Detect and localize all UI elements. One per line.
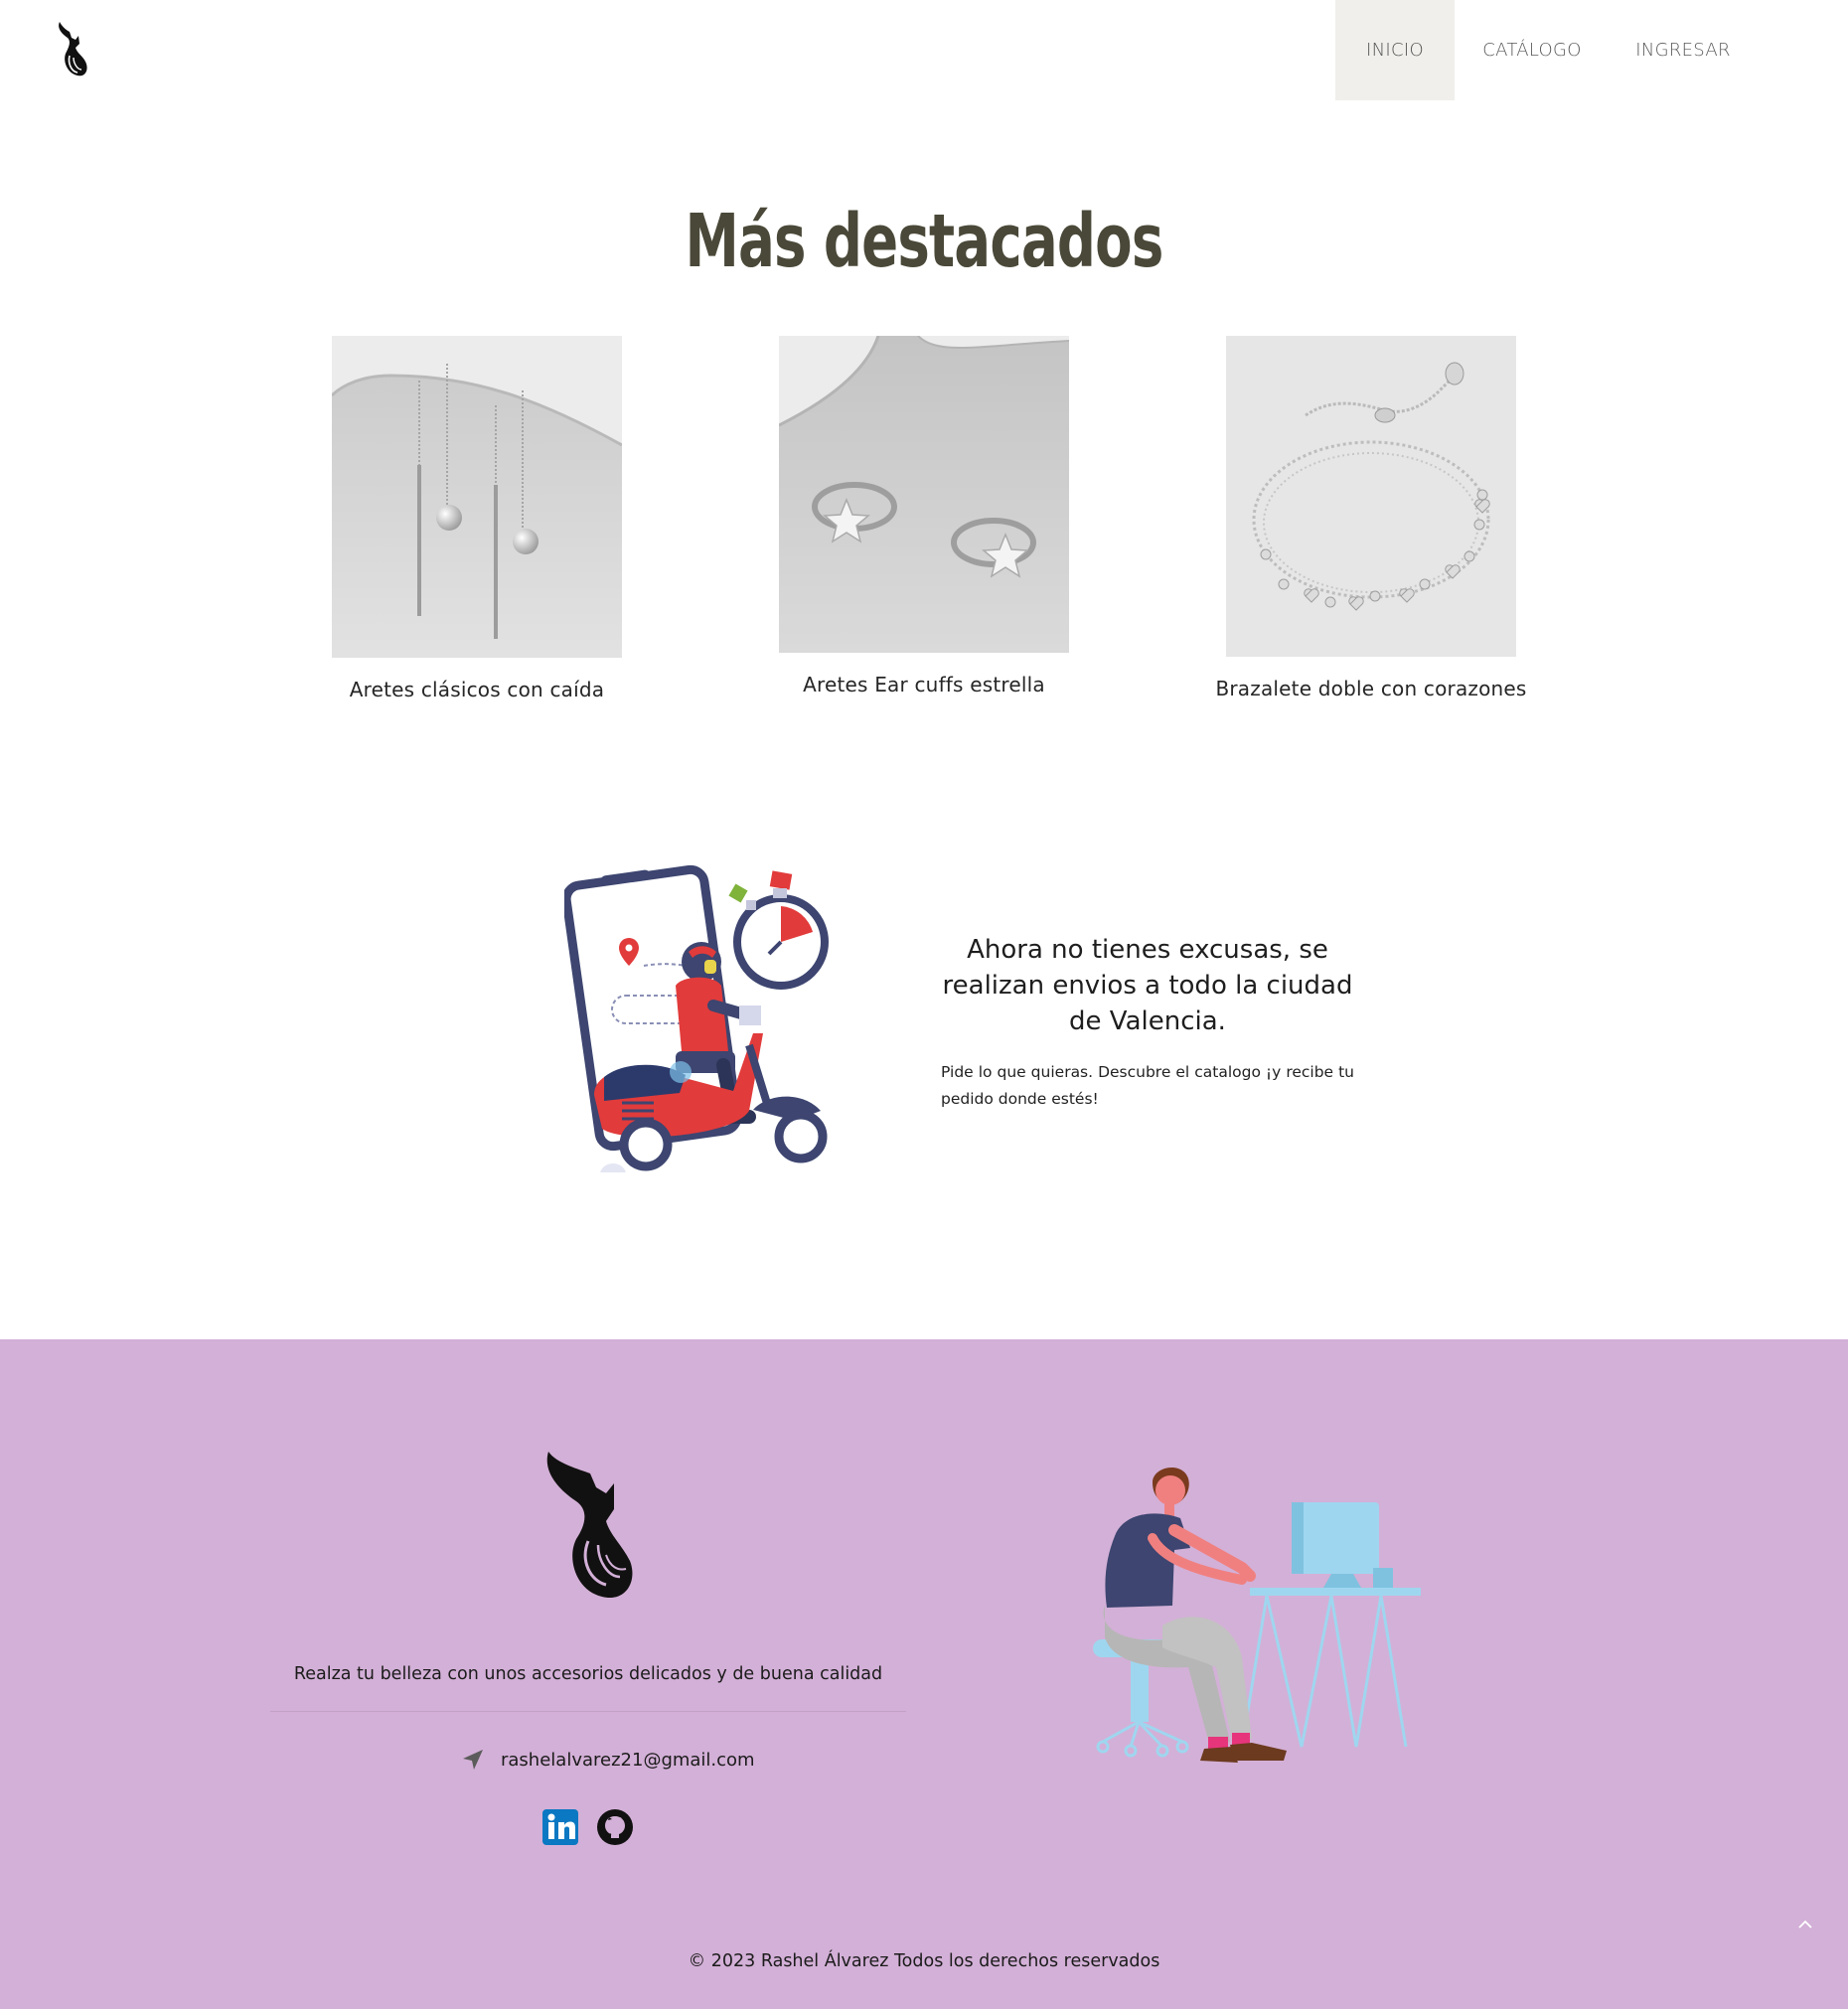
product-image-heart-bracelet[interactable] xyxy=(1226,336,1516,657)
product-name[interactable]: Aretes clásicos con caída xyxy=(298,678,656,701)
main-nav: INICIO CATÁLOGO INGRESAR xyxy=(1335,0,1757,100)
site-footer: Realza tu belleza con unos accesorios de… xyxy=(0,1339,1848,2009)
email-text[interactable]: rashelalvarez21@gmail.com xyxy=(501,1750,755,1771)
product-name[interactable]: Aretes Ear cuffs estrella xyxy=(745,673,1103,696)
product-name[interactable]: Brazalete doble con corazones xyxy=(1192,677,1550,700)
delivery-scooter-illustration xyxy=(564,864,829,1172)
back-to-top-button[interactable] xyxy=(1790,1910,1820,1939)
cat-logo-icon[interactable] xyxy=(52,18,93,79)
location-arrow-icon xyxy=(463,1750,483,1770)
site-header: INICIO CATÁLOGO INGRESAR xyxy=(0,0,1848,100)
product-image-drop-earrings[interactable] xyxy=(332,336,622,658)
delivery-description: Pide lo que quieras. Descubre el catalog… xyxy=(941,1063,1354,1108)
person-working-illustration xyxy=(1093,1467,1421,1763)
footer-tagline: Realza tu belleza con unos accesorios de… xyxy=(293,1664,883,1684)
nav-inicio[interactable]: INICIO xyxy=(1335,0,1455,100)
copyright-text: © 2023 Rashel Álvarez Todos los derechos… xyxy=(688,1951,1160,1971)
github-icon[interactable] xyxy=(596,1808,634,1846)
linkedin-icon[interactable] xyxy=(541,1808,579,1846)
nav-catalogo[interactable]: CATÁLOGO xyxy=(1455,0,1610,100)
cat-logo-icon[interactable] xyxy=(537,1444,646,1603)
nav-ingresar[interactable]: INGRESAR xyxy=(1610,0,1757,100)
chevron-up-icon xyxy=(1798,1920,1812,1929)
featured-title: Más destacados xyxy=(685,199,1163,284)
delivery-title: Ahora no tienes excusas, se realizan env… xyxy=(942,935,1353,1036)
footer-divider xyxy=(270,1711,906,1712)
email-contact[interactable]: rashelalvarez21@gmail.com xyxy=(459,1745,755,1775)
product-image-star-ear-cuffs[interactable] xyxy=(779,336,1069,653)
